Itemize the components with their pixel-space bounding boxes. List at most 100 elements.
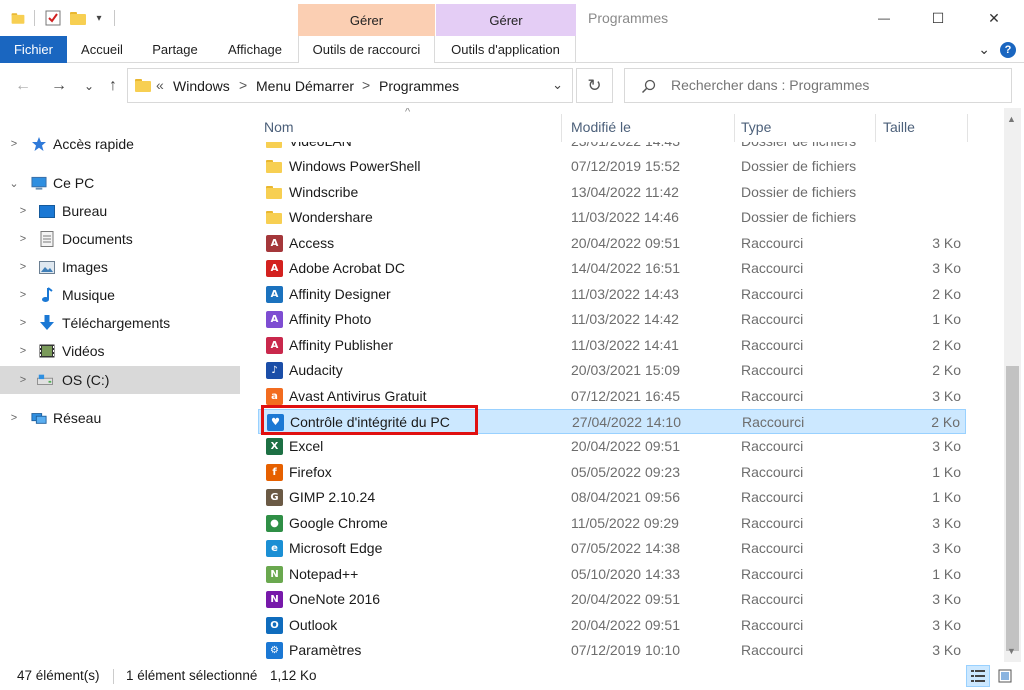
breadcrumb-separator[interactable]: > xyxy=(239,77,247,93)
scroll-down-icon[interactable]: ▼ xyxy=(1007,646,1016,656)
nav-item-musique[interactable]: > Musique xyxy=(0,281,240,309)
details-view-button[interactable] xyxy=(966,665,990,687)
column-divider[interactable] xyxy=(967,114,968,142)
nav-item-images[interactable]: > Images xyxy=(0,253,240,281)
divider xyxy=(114,10,115,26)
close-button[interactable]: ✕ xyxy=(971,0,1017,36)
table-row[interactable]: ● Google Chrome 11/05/2022 09:29 Raccourci 3… xyxy=(258,511,966,536)
address-dropdown-icon[interactable]: ⌄ xyxy=(552,77,563,93)
table-row[interactable]: ♪ Audacity 20/03/2021 15:09 Raccourci 2 Ko xyxy=(258,358,966,383)
table-row[interactable]: A Adobe Acrobat DC 14/04/2022 16:51 Raccour… xyxy=(258,256,966,281)
table-row[interactable]: N OneNote 2016 20/04/2022 09:51 Raccourci 3 … xyxy=(258,587,966,612)
affinity-designer-icon: A xyxy=(266,285,283,303)
file-modified: 20/04/2022 09:51 xyxy=(571,234,680,251)
column-header-type[interactable]: Type xyxy=(741,119,771,135)
minimize-button[interactable]: — xyxy=(861,0,907,36)
expand-chevron-icon[interactable]: > xyxy=(17,317,29,329)
tab-accueil[interactable]: Accueil xyxy=(70,36,134,63)
nav-item-ce-pc[interactable]: ⌄ Ce PC xyxy=(0,169,240,197)
nav-item-os-c[interactable]: > OS (C:) xyxy=(0,366,240,394)
search-box[interactable] xyxy=(624,68,1012,103)
nav-item-telechargements[interactable]: > Téléchargements xyxy=(0,309,240,337)
nav-item-bureau[interactable]: > Bureau xyxy=(0,197,240,225)
tab-outils-de-raccourci[interactable]: Outils de raccourci xyxy=(298,36,435,63)
table-row[interactable]: A Affinity Photo 11/03/2022 14:42 Raccourci… xyxy=(258,307,966,332)
vertical-scrollbar[interactable]: ▲ ▼ xyxy=(1004,108,1021,662)
refresh-button[interactable]: ↻ xyxy=(576,68,613,103)
recent-locations-button[interactable]: ⌄ xyxy=(78,75,100,97)
search-input[interactable] xyxy=(671,77,991,93)
tab-outils-application[interactable]: Outils d'application xyxy=(436,36,576,63)
nav-item-videos[interactable]: > Vidéos xyxy=(0,337,240,365)
breadcrumb-separator[interactable]: > xyxy=(362,77,370,93)
table-row[interactable]: f Firefox 05/05/2022 09:23 Raccourci 1 Ko xyxy=(258,460,966,485)
expand-chevron-icon[interactable]: > xyxy=(8,412,20,424)
tab-affichage[interactable]: Affichage xyxy=(220,36,290,63)
nav-item-acces-rapide[interactable]: > Accès rapide xyxy=(0,130,240,158)
navigation-pane: > Accès rapide ⌄ Ce PC > Bureau > Docume… xyxy=(0,108,242,662)
up-button[interactable]: ↑ xyxy=(102,75,124,97)
column-header-modified[interactable]: Modifié le xyxy=(571,119,631,135)
table-row[interactable]: A Access 20/04/2022 09:51 Raccourci 3 Ko xyxy=(258,231,966,256)
context-tab-gerer-application[interactable]: Gérer xyxy=(436,4,576,36)
expand-chevron-icon[interactable]: > xyxy=(17,233,29,245)
column-divider[interactable] xyxy=(561,114,562,142)
settings-icon: ⚙ xyxy=(266,642,283,659)
breadcrumb-menu-demarrer[interactable]: Menu Démarrer xyxy=(256,78,354,94)
collapse-chevron-icon[interactable]: ⌄ xyxy=(8,177,20,190)
large-icons-view-button[interactable] xyxy=(993,665,1017,687)
column-divider[interactable] xyxy=(734,114,735,142)
column-header-name[interactable]: Nom xyxy=(264,119,294,135)
table-row[interactable]: Wondershare 11/03/2022 14:46 Dossier de fi… xyxy=(258,205,966,230)
expand-chevron-icon[interactable]: > xyxy=(8,138,20,150)
expand-chevron-icon[interactable]: > xyxy=(17,261,29,273)
nav-item-reseau[interactable]: > Réseau xyxy=(0,404,240,432)
selection-size: 1,12 Ko xyxy=(270,668,317,683)
table-row[interactable]: O Outlook 20/04/2022 09:51 Raccourci 3 Ko xyxy=(258,613,966,638)
table-row[interactable]: Windscribe 13/04/2022 11:42 Dossier de fic… xyxy=(258,180,966,205)
nav-item-documents[interactable]: > Documents xyxy=(0,225,240,253)
maximize-button[interactable]: ☐ xyxy=(915,0,961,36)
expand-chevron-icon[interactable]: > xyxy=(17,345,29,357)
outlook-icon: O xyxy=(266,616,283,634)
tab-partage[interactable]: Partage xyxy=(142,36,208,63)
file-name: Affinity Publisher xyxy=(289,336,394,353)
breadcrumb-windows[interactable]: Windows xyxy=(173,78,230,94)
back-button[interactable]: ← xyxy=(12,75,34,97)
file-size: 3 Ko xyxy=(932,234,961,251)
table-row[interactable]: e Microsoft Edge 07/05/2022 14:38 Raccourci… xyxy=(258,536,966,561)
file-type: Raccourci xyxy=(741,285,804,302)
expand-chevron-icon[interactable]: > xyxy=(17,289,29,301)
details-view-icon xyxy=(971,670,985,682)
documents-icon xyxy=(39,231,55,247)
table-row[interactable]: N Notepad++ 05/10/2020 14:33 Raccourci 1 Ko xyxy=(258,562,966,587)
tab-fichier[interactable]: Fichier xyxy=(0,36,67,63)
new-folder-icon[interactable] xyxy=(70,9,86,27)
customize-toolbar-icon[interactable]: ▾ xyxy=(93,9,105,27)
column-divider[interactable] xyxy=(875,114,876,142)
scrollbar-thumb[interactable] xyxy=(1006,366,1019,651)
table-row[interactable]: A Affinity Publisher 11/03/2022 14:41 Racco… xyxy=(258,333,966,358)
file-size: 2 Ko xyxy=(932,285,961,302)
table-row[interactable]: A Affinity Designer 11/03/2022 14:43 Raccou… xyxy=(258,282,966,307)
table-row[interactable]: ⚙ Paramètres 07/12/2019 10:10 Raccourci 3 Ko xyxy=(258,638,966,662)
help-icon[interactable]: ? xyxy=(1000,41,1016,58)
table-row[interactable]: X Excel 20/04/2022 09:51 Raccourci 3 Ko xyxy=(258,434,966,459)
table-row[interactable]: Windows PowerShell 07/12/2019 15:52 Dossie… xyxy=(258,154,966,179)
context-tab-gerer-raccourci[interactable]: Gérer xyxy=(298,4,435,36)
address-bar[interactable]: « Windows > Menu Démarrer > Programmes ⌄ xyxy=(127,68,573,103)
expand-chevron-icon[interactable]: > xyxy=(17,205,29,217)
download-icon xyxy=(39,315,55,331)
breadcrumb-overflow[interactable]: « xyxy=(156,77,164,93)
properties-icon[interactable] xyxy=(44,9,62,27)
column-header-size[interactable]: Taille xyxy=(883,119,915,135)
table-row[interactable]: G GIMP 2.10.24 08/04/2021 09:56 Raccourci 1 … xyxy=(258,485,966,510)
file-name: Windscribe xyxy=(289,183,359,200)
folder-icon[interactable] xyxy=(10,9,26,27)
breadcrumb-programmes[interactable]: Programmes xyxy=(379,78,459,94)
forward-button[interactable]: → xyxy=(48,75,70,97)
expand-chevron-icon[interactable]: > xyxy=(17,374,29,386)
expand-ribbon-icon[interactable]: ⌄ xyxy=(978,41,990,58)
scroll-up-icon[interactable]: ▲ xyxy=(1007,114,1016,124)
file-size: 1 Ko xyxy=(932,311,961,328)
